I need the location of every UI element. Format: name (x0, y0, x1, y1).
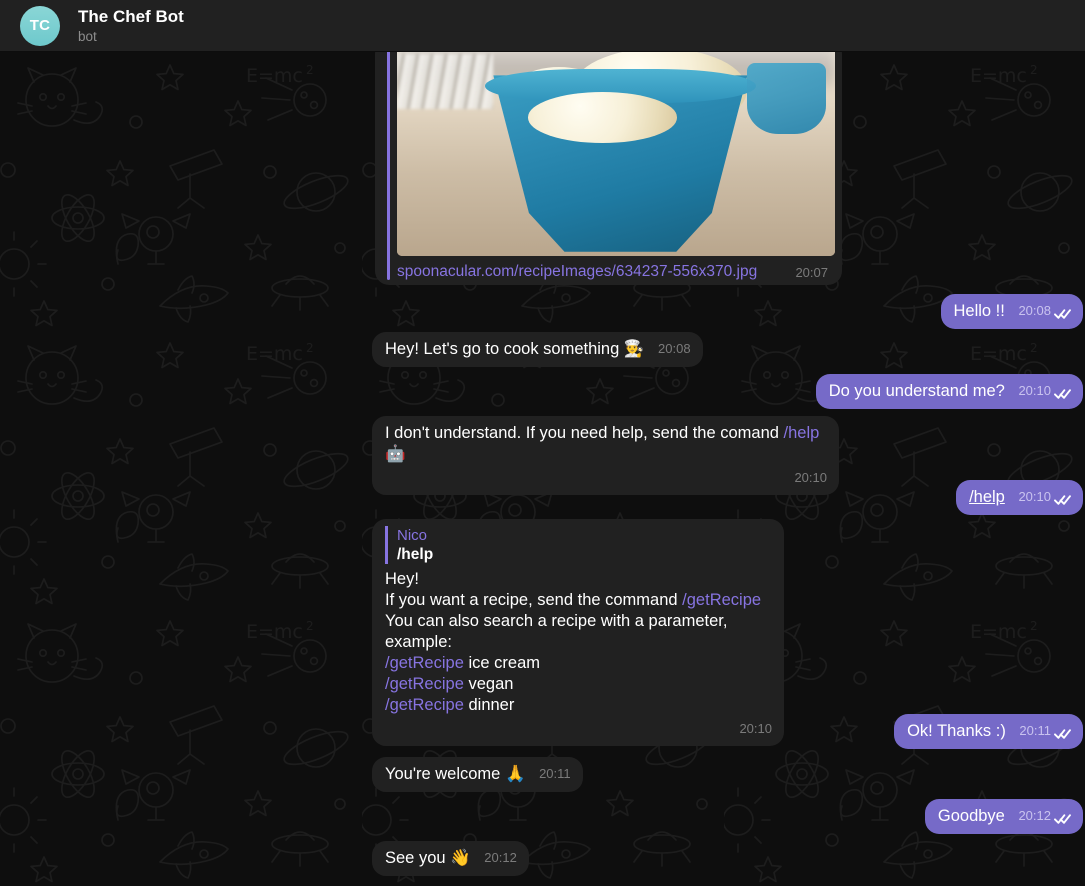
chat-status: bot (78, 28, 97, 44)
message-row-lets-cook[interactable]: Hey! Let's go to cook something 👨‍🍳 20:0… (372, 332, 703, 367)
reply-quote-text: /help (397, 546, 434, 563)
reply-quote-author: Nico (397, 527, 428, 544)
message-row-hello[interactable]: Hello !! 20:08 (940, 294, 1083, 329)
message-row-understand[interactable]: Do you understand me? 20:10 (815, 374, 1083, 409)
command-link-getrecipe[interactable]: /getRecipe (385, 654, 464, 672)
message-meta: 20:10 (1018, 380, 1071, 401)
message-row-dont-understand[interactable]: I don't understand. If you need help, se… (372, 416, 839, 495)
help-text: If you want a recipe, send the command (385, 591, 683, 609)
message-bubble-outgoing[interactable]: /help 20:10 (956, 480, 1083, 515)
command-link-getrecipe[interactable]: /getRecipe (682, 591, 761, 609)
chat-title: The Chef Bot (78, 6, 184, 26)
photo-message-bubble[interactable]: spoonacular.com/recipeImages/634237-556x… (375, 52, 842, 285)
message-bubble-incoming[interactable]: You're welcome 🙏 20:11 (372, 757, 583, 792)
help-line-greeting: Hey! (385, 570, 419, 588)
message-time: 20:08 (658, 341, 691, 356)
message-meta: 20:11 (1019, 720, 1071, 741)
message-text: I don't understand. If you need help, se… (385, 424, 784, 442)
message-time: 20:12 (484, 850, 517, 865)
message-row-thanks[interactable]: Ok! Thanks :) 20:11 (894, 714, 1083, 749)
help-example-1: /getRecipe ice cream (385, 653, 772, 674)
read-receipt-double-check-icon (1054, 725, 1071, 739)
message-bubble-outgoing[interactable]: Hello !! 20:08 (940, 294, 1083, 329)
message-bubble-incoming[interactable]: I don't understand. If you need help, se… (372, 416, 839, 495)
chat-scroll-area[interactable]: E=mc 2 (0, 52, 1085, 886)
photo-source-link[interactable]: spoonacular.com/recipeImages/634237-556x… (397, 263, 757, 281)
message-time: 20:12 (1018, 808, 1051, 823)
link-preview-accent-bar (387, 52, 390, 280)
message-bubble-incoming[interactable]: See you 👋 20:12 (372, 841, 529, 876)
read-receipt-double-check-icon (1054, 810, 1071, 824)
message-text: See you 👋 (385, 849, 471, 867)
read-receipt-double-check-icon (1054, 385, 1071, 399)
read-receipt-double-check-icon (1054, 305, 1071, 319)
help-example-2: /getRecipe vegan (385, 674, 772, 695)
message-meta: 20:12 (484, 847, 517, 868)
message-bubble-outgoing[interactable]: Goodbye 20:12 (924, 799, 1083, 834)
message-time: 20:11 (539, 766, 571, 781)
reply-quote[interactable]: Nico /help (385, 526, 772, 564)
message-text: Goodbye (937, 807, 1005, 825)
message-time: 20:11 (1019, 723, 1051, 738)
message-row-help-command[interactable]: /help 20:10 (956, 480, 1083, 515)
message-bubble-incoming-help[interactable]: Nico /help Hey! If you want a recipe, se… (372, 519, 784, 746)
message-meta: 20:12 (1018, 805, 1071, 826)
message-time: 20:10 (1018, 489, 1051, 504)
message-bubble-outgoing[interactable]: Do you understand me? 20:10 (815, 374, 1083, 409)
command-link-help[interactable]: /help (784, 424, 820, 442)
help-line-command-intro: If you want a recipe, send the command /… (385, 590, 772, 611)
help-example-arg: dinner (463, 696, 515, 714)
avatar: TC (20, 5, 60, 46)
message-time: 20:10 (739, 721, 772, 736)
message-row-welcome[interactable]: You're welcome 🙏 20:11 (372, 757, 583, 792)
command-link-getrecipe[interactable]: /getRecipe (385, 675, 464, 693)
header-text-group: The Chef Bot bot (78, 7, 184, 44)
message-time: 20:08 (1018, 303, 1051, 318)
message-meta: 20:11 (539, 763, 571, 784)
message-row-see-you[interactable]: See you 👋 20:12 (372, 841, 529, 876)
message-text: You're welcome 🙏 (385, 765, 526, 783)
help-example-arg: ice cream (463, 654, 540, 672)
message-time: 20:10 (794, 470, 827, 485)
help-line-parameter-intro: You can also search a recipe with a para… (385, 612, 728, 651)
message-text: Hello !! (953, 302, 1005, 320)
help-example-arg: vegan (463, 675, 514, 693)
message-bubble-incoming[interactable]: Hey! Let's go to cook something 👨‍🍳 20:0… (372, 332, 703, 367)
message-bubble-outgoing[interactable]: Ok! Thanks :) 20:11 (894, 714, 1083, 749)
message-row-photo[interactable]: spoonacular.com/recipeImages/634237-556x… (375, 52, 842, 285)
message-row-help-reply[interactable]: Nico /help Hey! If you want a recipe, se… (372, 519, 784, 746)
recipe-photo[interactable] (397, 52, 835, 256)
message-text: Do you understand me? (828, 382, 1005, 400)
message-meta: 20:10 (1018, 486, 1071, 507)
message-list: spoonacular.com/recipeImages/634237-556x… (0, 52, 1085, 886)
help-example-3: /getRecipe dinner (385, 695, 772, 716)
message-text: Hey! Let's go to cook something 👨‍🍳 (385, 340, 645, 358)
read-receipt-double-check-icon (1054, 491, 1071, 505)
message-meta: 20:08 (1018, 300, 1071, 321)
message-text: Ok! Thanks :) (907, 722, 1006, 740)
message-meta: 20:08 (658, 338, 691, 359)
message-text: /help (969, 488, 1005, 506)
photo-message-time: 20:07 (795, 265, 828, 280)
chat-header[interactable]: TC The Chef Bot bot (0, 0, 1085, 52)
message-row-goodbye[interactable]: Goodbye 20:12 (924, 799, 1083, 834)
message-time: 20:10 (1018, 383, 1051, 398)
command-link-getrecipe[interactable]: /getRecipe (385, 696, 464, 714)
